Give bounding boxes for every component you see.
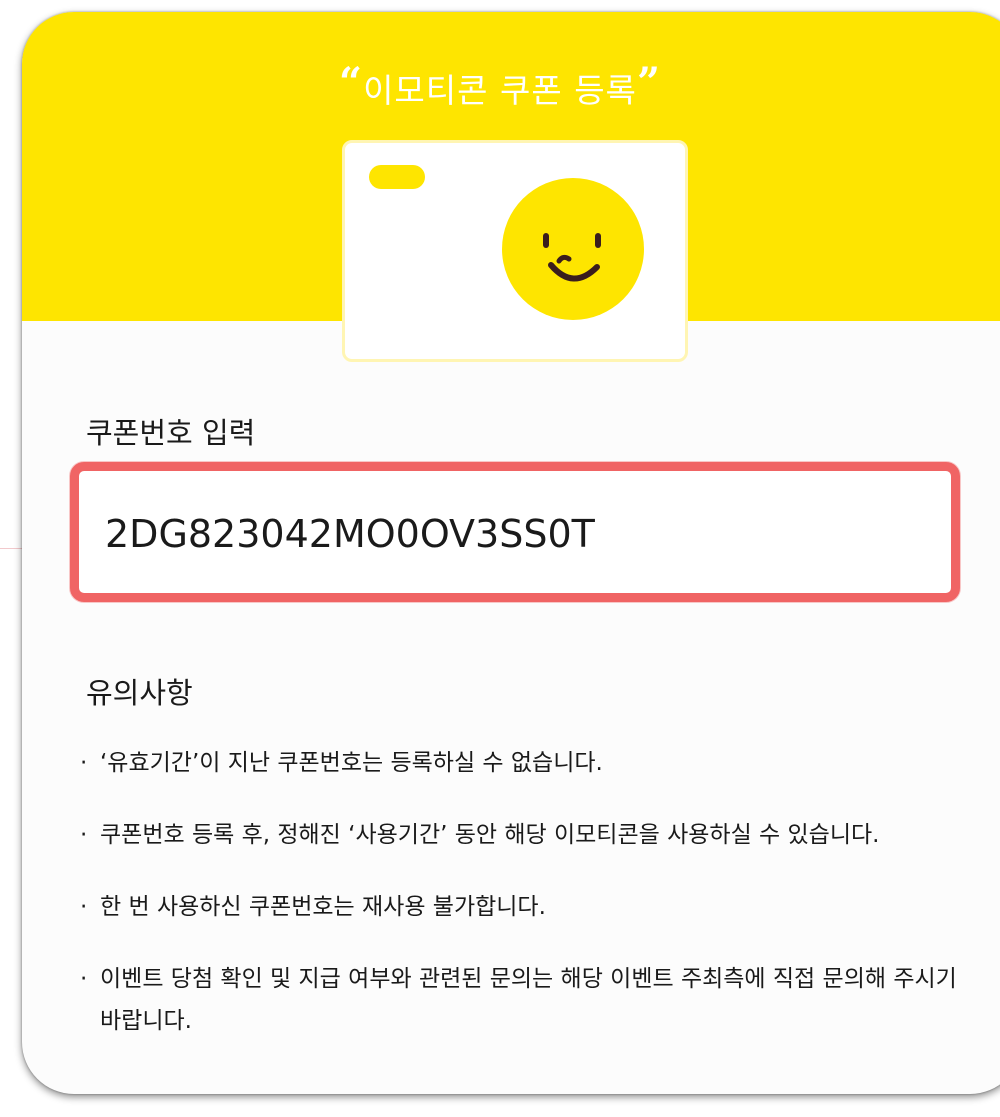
close-quote-mark: ” <box>636 59 661 106</box>
notice-item: 이벤트 당첨 확인 및 지급 여부와 관련된 문의는 해당 이벤트 주최측에 직… <box>78 958 958 1042</box>
notice-item: 한 번 사용하신 쿠폰번호는 재사용 불가합니다. <box>78 886 958 928</box>
notice-list: ‘유효기간’이 지난 쿠폰번호는 등록하실 수 없습니다. 쿠폰번호 등록 후,… <box>78 742 958 1072</box>
emoticon-ticket-icon <box>342 140 688 362</box>
notice-item: 쿠폰번호 등록 후, 정해진 ‘사용기간’ 동안 해당 이모티콘을 사용하실 수… <box>78 814 958 856</box>
page-title-text: 이모티콘 쿠폰 등록 <box>363 71 637 110</box>
smiley-face-icon <box>502 178 644 320</box>
coupon-number-label: 쿠폰번호 입력 <box>86 416 256 450</box>
coupon-input-box[interactable] <box>70 462 960 602</box>
page-title: “이모티콘 쿠폰 등록” <box>22 59 978 112</box>
coupon-register-card: “이모티콘 쿠폰 등록” 쿠폰번호 입력 유의사항 ‘유효기간’이 지난 쿠폰번… <box>22 12 1000 1094</box>
open-quote-mark: “ <box>339 59 364 106</box>
ticket-tab-icon <box>369 165 425 189</box>
screen: “이모티콘 쿠폰 등록” 쿠폰번호 입력 유의사항 ‘유효기간’이 지난 쿠폰번… <box>0 0 1000 1117</box>
notice-title: 유의사항 <box>86 676 193 710</box>
notice-item: ‘유효기간’이 지난 쿠폰번호는 등록하실 수 없습니다. <box>78 742 958 784</box>
coupon-number-input[interactable] <box>105 499 925 569</box>
